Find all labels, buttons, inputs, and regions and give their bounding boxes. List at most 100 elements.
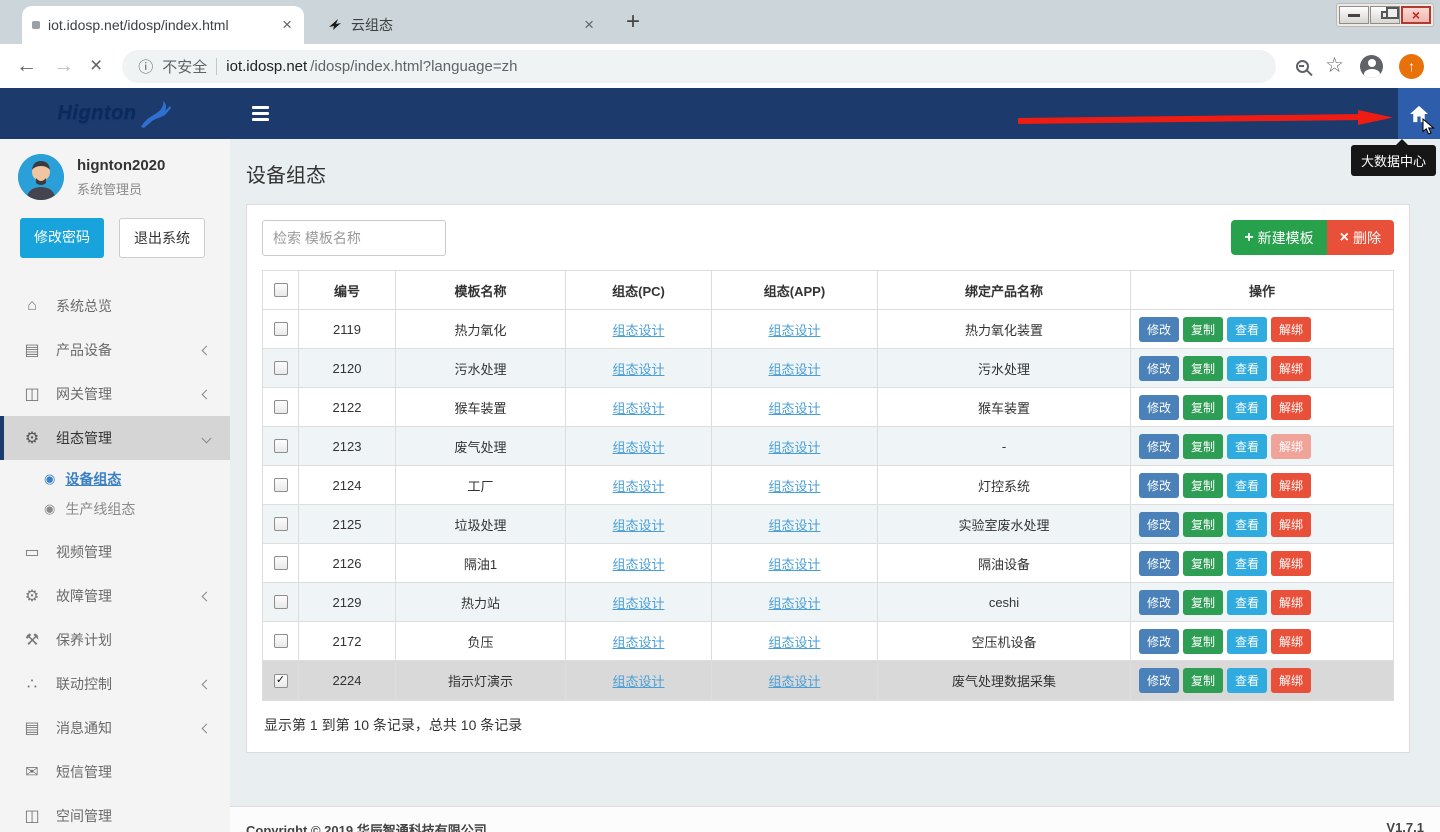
view-button[interactable]: 查看 <box>1227 473 1267 498</box>
row-checkbox[interactable] <box>274 517 288 531</box>
unbind-button[interactable]: 解绑 <box>1271 395 1311 420</box>
app-design-link[interactable]: 组态设计 <box>768 437 820 456</box>
sidebar-item-message[interactable]: ▤消息通知 <box>0 706 230 750</box>
app-design-link[interactable]: 组态设计 <box>768 359 820 378</box>
unbind-button[interactable]: 解绑 <box>1271 512 1311 537</box>
unbind-button[interactable]: 解绑 <box>1271 668 1311 693</box>
copy-button[interactable]: 复制 <box>1183 629 1223 654</box>
copy-button[interactable]: 复制 <box>1183 512 1223 537</box>
big-data-home-button[interactable] <box>1398 88 1440 139</box>
sidebar-item-sms[interactable]: ✉短信管理 <box>0 750 230 794</box>
stop-icon[interactable]: × <box>90 56 102 76</box>
pc-design-link[interactable]: 组态设计 <box>612 554 664 573</box>
edit-button[interactable]: 修改 <box>1139 668 1179 693</box>
browser-tab-current[interactable]: iot.idosp.net/idosp/index.html × <box>22 6 304 44</box>
sidebar-item-configuration[interactable]: ⚙组态管理 <box>0 416 230 460</box>
sidebar-item-maintenance[interactable]: ⚒保养计划 <box>0 618 230 662</box>
app-design-link[interactable]: 组态设计 <box>768 320 820 339</box>
app-design-link[interactable]: 组态设计 <box>768 671 820 690</box>
sidebar-item-space[interactable]: ◫空间管理 <box>0 794 230 832</box>
restore-button[interactable] <box>1370 6 1400 24</box>
profile-avatar-icon[interactable] <box>1360 55 1383 78</box>
unbind-button[interactable]: 解绑 <box>1271 434 1311 459</box>
hamburger-menu-icon[interactable] <box>246 100 275 127</box>
pc-design-link[interactable]: 组态设计 <box>612 320 664 339</box>
view-button[interactable]: 查看 <box>1227 629 1267 654</box>
row-checkbox[interactable] <box>274 400 288 414</box>
edit-button[interactable]: 修改 <box>1139 629 1179 654</box>
copy-button[interactable]: 复制 <box>1183 473 1223 498</box>
info-icon[interactable]: ⓘ <box>138 56 153 77</box>
view-button[interactable]: 查看 <box>1227 317 1267 342</box>
close-button[interactable]: × <box>1401 6 1431 24</box>
delete-button[interactable]: ×删除 <box>1327 220 1394 255</box>
edit-button[interactable]: 修改 <box>1139 395 1179 420</box>
view-button[interactable]: 查看 <box>1227 590 1267 615</box>
back-icon[interactable]: ← <box>16 56 37 76</box>
zoom-icon[interactable] <box>1296 60 1309 73</box>
minimize-button[interactable] <box>1339 6 1369 24</box>
select-all-checkbox[interactable] <box>274 283 288 297</box>
edit-button[interactable]: 修改 <box>1139 473 1179 498</box>
edit-button[interactable]: 修改 <box>1139 434 1179 459</box>
copy-button[interactable]: 复制 <box>1183 551 1223 576</box>
copy-button[interactable]: 复制 <box>1183 590 1223 615</box>
logout-button[interactable]: 退出系统 <box>119 218 205 258</box>
unbind-button[interactable]: 解绑 <box>1271 317 1311 342</box>
browser-update-icon[interactable]: ↑ <box>1399 54 1424 79</box>
copy-button[interactable]: 复制 <box>1183 434 1223 459</box>
tab-close-icon[interactable]: × <box>582 15 596 35</box>
row-checkbox[interactable] <box>274 478 288 492</box>
edit-button[interactable]: 修改 <box>1139 356 1179 381</box>
pc-design-link[interactable]: 组态设计 <box>612 437 664 456</box>
bookmark-star-icon[interactable]: ☆ <box>1325 56 1344 76</box>
change-password-button[interactable]: 修改密码 <box>20 218 104 258</box>
view-button[interactable]: 查看 <box>1227 551 1267 576</box>
new-template-button[interactable]: +新建模板 <box>1231 220 1326 255</box>
view-button[interactable]: 查看 <box>1227 434 1267 459</box>
row-checkbox[interactable] <box>274 322 288 336</box>
unbind-button[interactable]: 解绑 <box>1271 551 1311 576</box>
new-tab-button[interactable]: + <box>626 10 640 34</box>
copy-button[interactable]: 复制 <box>1183 317 1223 342</box>
app-design-link[interactable]: 组态设计 <box>768 476 820 495</box>
pc-design-link[interactable]: 组态设计 <box>612 359 664 378</box>
pc-design-link[interactable]: 组态设计 <box>612 398 664 417</box>
sidebar-subitem-device-config[interactable]: ◉设备组态 <box>0 464 230 494</box>
search-input[interactable] <box>262 220 446 256</box>
browser-tab-cloud-config[interactable]: 云组态 × <box>318 6 606 44</box>
unbind-button[interactable]: 解绑 <box>1271 356 1311 381</box>
pc-design-link[interactable]: 组态设计 <box>612 671 664 690</box>
app-design-link[interactable]: 组态设计 <box>768 515 820 534</box>
edit-button[interactable]: 修改 <box>1139 317 1179 342</box>
sidebar-item-linkage[interactable]: ∴联动控制 <box>0 662 230 706</box>
view-button[interactable]: 查看 <box>1227 512 1267 537</box>
pc-design-link[interactable]: 组态设计 <box>612 476 664 495</box>
unbind-button[interactable]: 解绑 <box>1271 473 1311 498</box>
url-field[interactable]: ⓘ 不安全 iot.idosp.net/idosp/index.html?lan… <box>122 50 1276 83</box>
row-checkbox[interactable] <box>274 556 288 570</box>
edit-button[interactable]: 修改 <box>1139 551 1179 576</box>
unbind-button[interactable]: 解绑 <box>1271 590 1311 615</box>
sidebar-item-gateway[interactable]: ◫网关管理 <box>0 372 230 416</box>
row-checkbox[interactable] <box>274 634 288 648</box>
row-checkbox[interactable] <box>274 361 288 375</box>
app-design-link[interactable]: 组态设计 <box>768 593 820 612</box>
row-checkbox[interactable] <box>274 439 288 453</box>
view-button[interactable]: 查看 <box>1227 668 1267 693</box>
sidebar-item-video[interactable]: ▭视频管理 <box>0 530 230 574</box>
view-button[interactable]: 查看 <box>1227 356 1267 381</box>
pc-design-link[interactable]: 组态设计 <box>612 632 664 651</box>
row-checkbox[interactable]: ✓ <box>274 674 288 688</box>
row-checkbox[interactable] <box>274 595 288 609</box>
pc-design-link[interactable]: 组态设计 <box>612 515 664 534</box>
view-button[interactable]: 查看 <box>1227 395 1267 420</box>
app-design-link[interactable]: 组态设计 <box>768 554 820 573</box>
pc-design-link[interactable]: 组态设计 <box>612 593 664 612</box>
sidebar-subitem-line-config[interactable]: ◉生产线组态 <box>0 494 230 524</box>
copy-button[interactable]: 复制 <box>1183 356 1223 381</box>
sidebar-item-product-device[interactable]: ▤产品设备 <box>0 328 230 372</box>
edit-button[interactable]: 修改 <box>1139 512 1179 537</box>
forward-icon[interactable]: → <box>53 56 74 76</box>
copy-button[interactable]: 复制 <box>1183 668 1223 693</box>
